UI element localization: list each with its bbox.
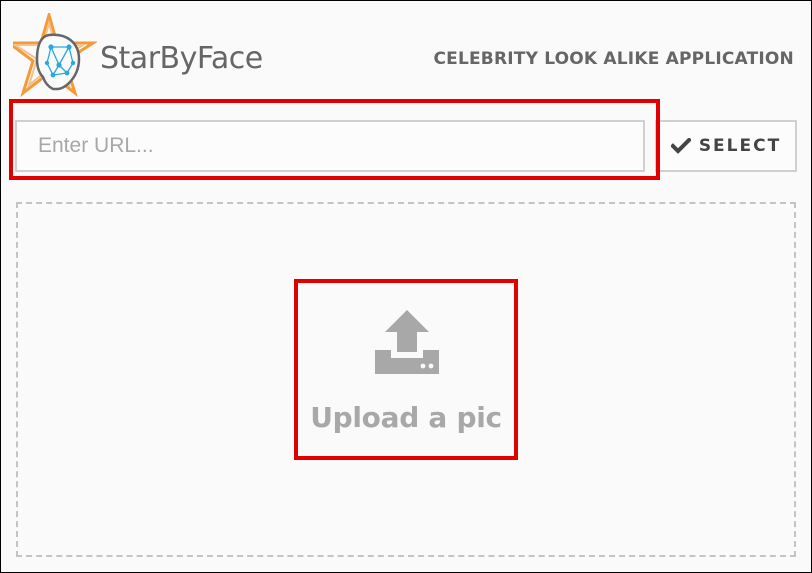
select-button-label: SELECT bbox=[698, 136, 782, 156]
brand-name: StarByFace bbox=[100, 41, 263, 76]
upload-label: Upload a pic bbox=[310, 401, 502, 434]
app-window: StarByFace CELEBRITY LOOK ALIKE APPLICAT… bbox=[0, 0, 812, 573]
url-input[interactable] bbox=[15, 120, 645, 172]
star-face-logo-icon bbox=[13, 13, 97, 98]
upload-icon bbox=[375, 310, 439, 374]
app-tagline: CELEBRITY LOOK ALIKE APPLICATION bbox=[433, 49, 794, 69]
check-icon bbox=[670, 138, 691, 154]
select-button[interactable]: SELECT bbox=[655, 120, 797, 172]
upload-button[interactable]: Upload a pic bbox=[299, 284, 513, 454]
